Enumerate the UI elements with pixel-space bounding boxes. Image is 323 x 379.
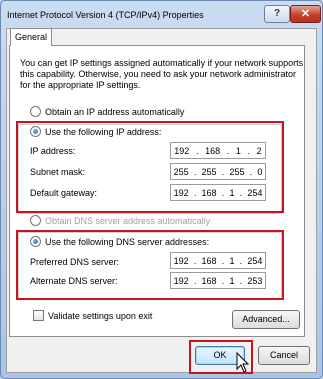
octet: 1 [229,255,235,266]
advanced-button[interactable]: Advanced... [232,310,300,329]
ip-address-label: IP address: [30,146,76,156]
octet-dot: . [221,255,225,266]
alternate-dns-label: Alternate DNS server: [30,276,118,286]
octet: 1 [229,187,235,198]
window-title: Internet Protocol Version 4 (TCP/IPv4) P… [7,10,204,20]
obtain-ip-auto-radio[interactable]: Obtain an IP address automatically [30,106,184,117]
octet: 2 [256,145,262,156]
octet-dot: . [193,275,197,286]
default-gateway-label: Default gateway: [30,188,98,198]
octet-dot: . [249,166,253,177]
obtain-ip-auto-label: Obtain an IP address automatically [45,106,185,117]
radio-icon [30,215,41,226]
octet: 255 [173,166,189,177]
octet: 168 [201,255,217,266]
checkbox-icon [33,310,44,321]
radio-selected-icon [30,126,41,137]
octet: 192 [173,255,189,266]
default-gateway-input[interactable]: 192. 168. 1. 254 [170,184,266,201]
octet-dot: . [239,255,243,266]
octet-dot: . [221,166,225,177]
close-button[interactable]: ✕ [290,5,321,23]
use-ip-label: Use the following IP address: [45,126,162,137]
validate-checkbox[interactable]: Validate settings upon exit [33,310,152,321]
octet-dot: . [193,187,197,198]
description-text: You can get IP settings assigned automat… [20,58,304,90]
octet: 168 [201,275,217,286]
octet-dot: . [226,145,230,156]
subnet-mask-label: Subnet mask: [30,167,86,177]
obtain-dns-auto-radio[interactable]: Obtain DNS server address automatically [30,215,210,226]
ip-address-input[interactable]: 192. 168. 1. 2 [170,142,266,159]
octet-dot: . [221,275,225,286]
use-dns-radio[interactable]: Use the following DNS server addresses: [30,236,209,247]
octet: 255 [229,166,245,177]
octet: 253 [247,275,263,286]
octet: 168 [205,145,221,156]
octet: 192 [173,187,189,198]
octet: 192 [174,145,190,156]
preferred-dns-input[interactable]: 192. 168. 1. 254 [170,252,266,269]
octet: 1 [229,275,235,286]
alternate-dns-input[interactable]: 192. 168. 1. 253 [170,272,266,289]
octet-dot: . [195,145,199,156]
octet: 1 [235,145,241,156]
octet: 192 [173,275,189,286]
octet-dot: . [239,275,243,286]
octet-dot: . [221,187,225,198]
octet: 254 [247,255,263,266]
use-dns-label: Use the following DNS server addresses: [45,236,210,247]
subnet-mask-input[interactable]: 255. 255. 255. 0 [170,163,266,180]
octet-dot: . [193,166,197,177]
radio-icon [30,106,41,117]
mouse-pointer-icon [236,352,250,373]
octet: 254 [247,187,263,198]
preferred-dns-label: Preferred DNS server: [30,257,120,267]
title-bar[interactable]: Internet Protocol Version 4 (TCP/IPv4) P… [1,1,322,29]
help-button[interactable]: ? [264,5,290,23]
radio-selected-icon [30,236,41,247]
cancel-button[interactable]: Cancel [258,346,310,365]
octet-dot: . [239,187,243,198]
validate-label: Validate settings upon exit [48,310,153,321]
octet-dot: . [247,145,250,156]
obtain-dns-auto-label: Obtain DNS server address automatically [45,215,211,226]
octet-dot: . [193,255,197,266]
octet: 168 [201,187,217,198]
tab-general[interactable]: General [10,28,52,46]
use-ip-radio[interactable]: Use the following IP address: [30,126,161,137]
octet: 0 [257,166,263,177]
octet: 255 [201,166,217,177]
